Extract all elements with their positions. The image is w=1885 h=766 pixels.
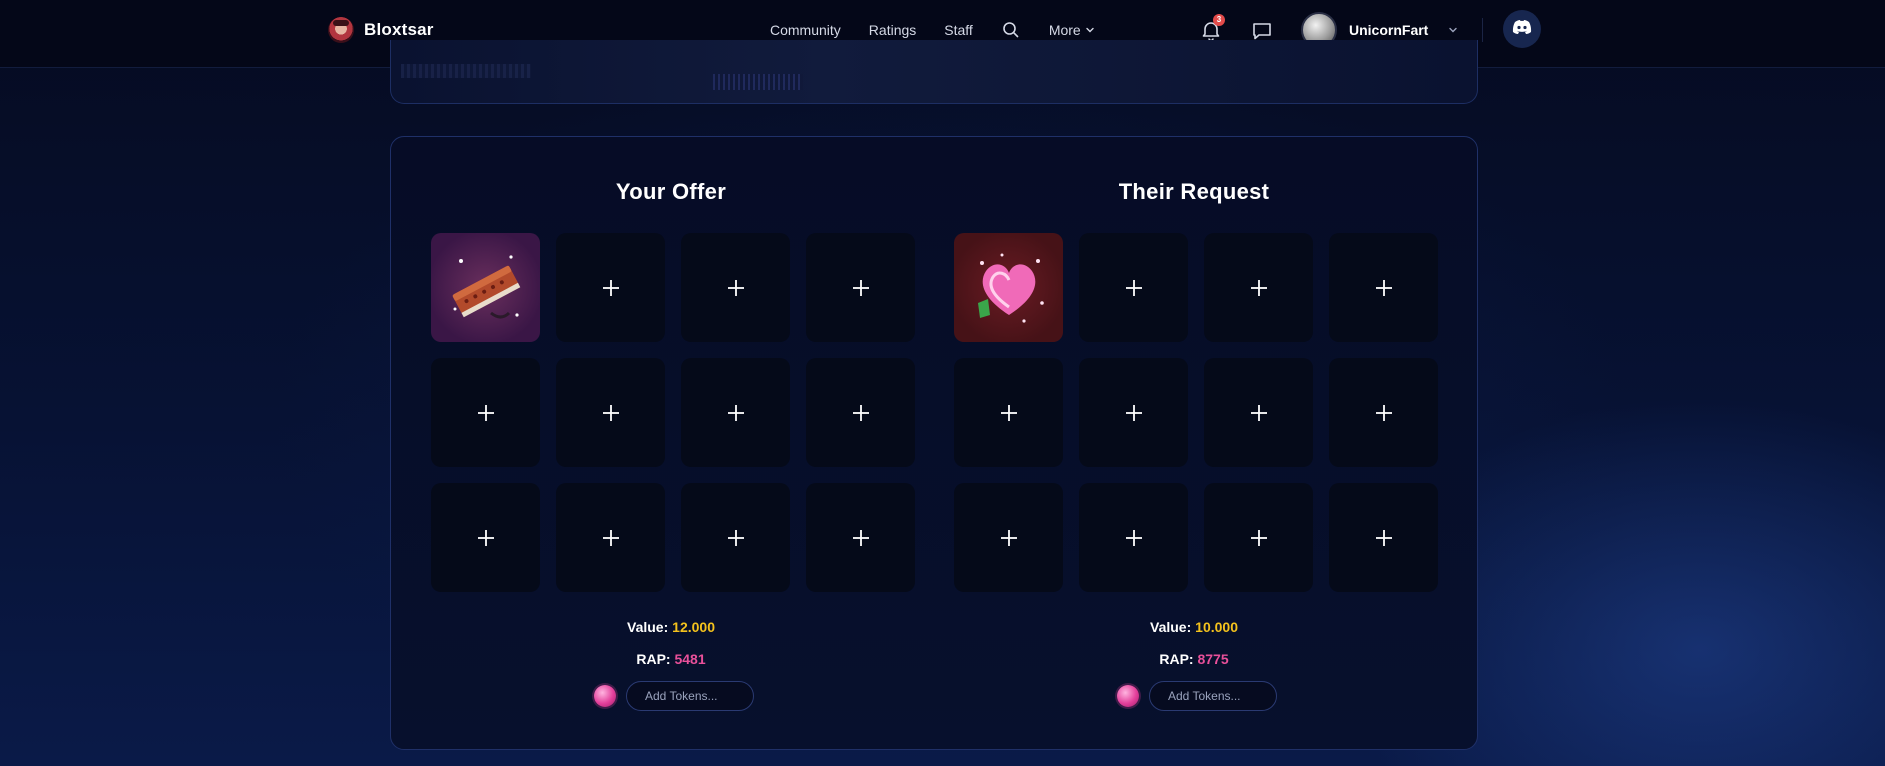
request-empty-slot[interactable] <box>1204 358 1313 467</box>
request-add-tokens-input[interactable] <box>1149 681 1277 711</box>
offer-value-amount: 12.000 <box>672 619 715 635</box>
plus-icon <box>851 528 871 548</box>
plus-icon <box>476 528 496 548</box>
plus-icon <box>601 528 621 548</box>
brand-name: Bloxtsar <box>364 20 434 39</box>
plus-icon <box>726 528 746 548</box>
plus-icon <box>1374 528 1394 548</box>
plus-icon <box>1374 278 1394 298</box>
search-icon[interactable] <box>1001 20 1021 40</box>
request-value-label: Value: <box>1150 619 1192 635</box>
plus-icon <box>1124 403 1144 423</box>
plus-icon <box>1124 528 1144 548</box>
token-coin-icon <box>1117 685 1139 707</box>
plus-icon <box>851 403 871 423</box>
request-item-slot-filled[interactable] <box>954 233 1063 342</box>
nav-more-label: More <box>1048 22 1081 38</box>
request-empty-slot[interactable] <box>954 483 1063 592</box>
offer-empty-slot[interactable] <box>431 358 540 467</box>
plus-icon <box>999 528 1019 548</box>
offer-empty-slot[interactable] <box>681 483 790 592</box>
request-empty-slot[interactable] <box>1204 233 1313 342</box>
offer-empty-slot[interactable] <box>556 483 665 592</box>
nav-divider <box>1482 18 1483 42</box>
plus-icon <box>1249 278 1269 298</box>
request-rap-label: RAP: <box>1159 651 1194 667</box>
plus-icon <box>999 403 1019 423</box>
request-tokens-row <box>1117 681 1277 711</box>
offer-empty-slot[interactable] <box>806 233 915 342</box>
notifications-bell-icon[interactable]: 3 <box>1199 14 1225 42</box>
trade-builder-card: Your Offer Value: 12.000 RAP: 5481 Add T… <box>390 136 1478 750</box>
offer-empty-slot[interactable] <box>806 483 915 592</box>
request-value: Value: 10.000 <box>954 619 1434 635</box>
plus-icon <box>601 278 621 298</box>
pink-heart-item-icon <box>978 253 1044 323</box>
request-empty-slot[interactable] <box>1079 358 1188 467</box>
request-empty-slot[interactable] <box>1204 483 1313 592</box>
previous-section-card <box>390 40 1478 104</box>
plus-icon <box>1249 528 1269 548</box>
request-item-grid <box>954 233 1438 592</box>
brick-item-icon <box>452 255 521 319</box>
nav-item-ratings[interactable]: Ratings <box>869 20 916 40</box>
request-empty-slot[interactable] <box>1329 358 1438 467</box>
discord-button[interactable] <box>1503 10 1541 48</box>
offer-empty-slot[interactable] <box>806 358 915 467</box>
request-empty-slot[interactable] <box>1329 233 1438 342</box>
plus-icon <box>1249 403 1269 423</box>
their-request-title: Their Request <box>1118 179 1270 204</box>
offer-rap-label: RAP: <box>636 651 671 667</box>
offer-empty-slot[interactable] <box>431 483 540 592</box>
nav-item-staff[interactable]: Staff <box>944 20 973 40</box>
brand-logo-icon <box>328 17 354 43</box>
your-offer-title: Your Offer <box>615 179 727 204</box>
offer-empty-slot[interactable] <box>556 358 665 467</box>
request-empty-slot[interactable] <box>1329 483 1438 592</box>
username: UnicornFart <box>1349 22 1429 38</box>
offer-add-tokens-input[interactable] <box>626 681 754 711</box>
request-empty-slot[interactable] <box>954 358 1063 467</box>
plus-icon <box>1374 403 1394 423</box>
notification-count-badge: 3 <box>1213 14 1225 26</box>
request-empty-slot[interactable] <box>1079 483 1188 592</box>
offer-item-slot-filled[interactable] <box>431 233 540 342</box>
offer-value: Value: 12.000 <box>431 619 911 635</box>
offer-empty-slot[interactable] <box>681 358 790 467</box>
offer-rap: RAP: 5481 <box>431 651 911 667</box>
plus-icon <box>601 403 621 423</box>
plus-icon <box>726 278 746 298</box>
offer-value-label: Value: <box>627 619 669 635</box>
request-value-amount: 10.000 <box>1195 619 1238 635</box>
main-nav: Community Ratings Staff More <box>770 20 1123 40</box>
plus-icon <box>851 278 871 298</box>
chevron-down-icon <box>1085 25 1095 35</box>
plus-icon <box>726 403 746 423</box>
plus-icon <box>476 403 496 423</box>
token-coin-icon <box>594 685 616 707</box>
discord-icon <box>1512 19 1532 40</box>
offer-rap-amount: 5481 <box>674 651 706 667</box>
request-empty-slot[interactable] <box>1079 233 1188 342</box>
offer-tokens-row <box>594 681 754 711</box>
offer-item-grid <box>431 233 915 592</box>
nav-more-dropdown[interactable]: More <box>1049 20 1095 40</box>
offer-empty-slot[interactable] <box>556 233 665 342</box>
request-rap: RAP: 8775 <box>954 651 1434 667</box>
plus-icon <box>1124 278 1144 298</box>
request-rap-amount: 8775 <box>1197 651 1229 667</box>
nav-item-community[interactable]: Community <box>770 20 841 40</box>
offer-empty-slot[interactable] <box>681 233 790 342</box>
chevron-down-icon <box>1448 25 1458 35</box>
